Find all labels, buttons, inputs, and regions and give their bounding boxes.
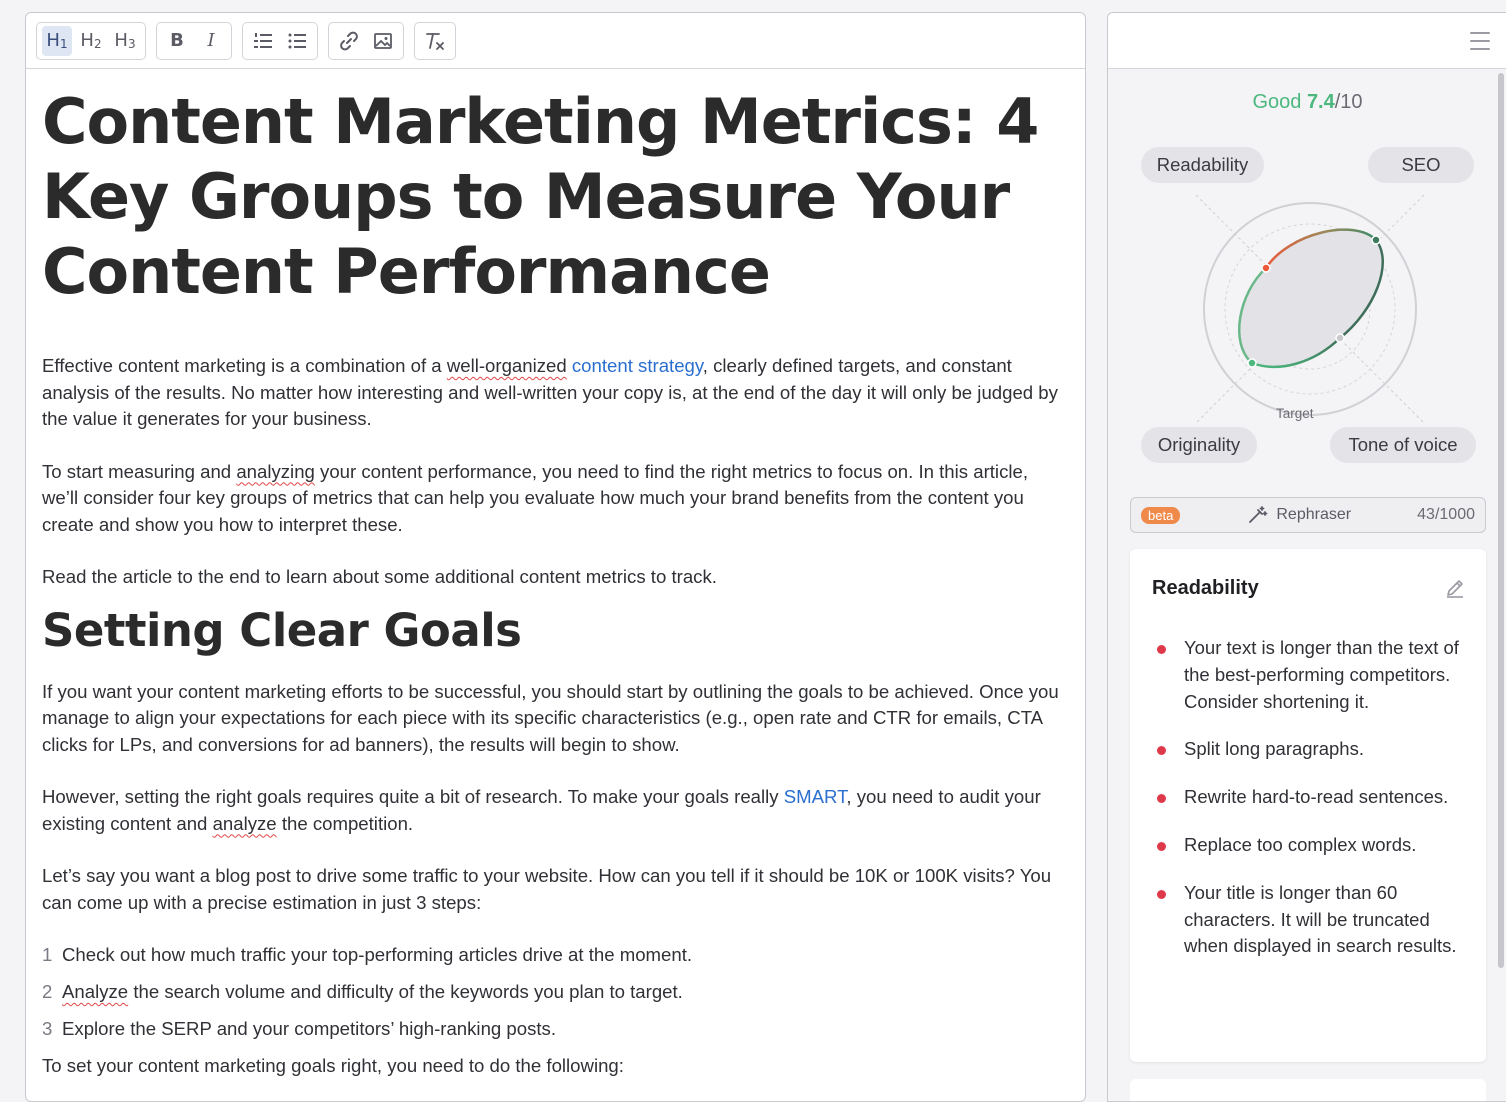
seo-pill[interactable]: SEO [1368, 147, 1474, 183]
issue-dot [1157, 645, 1166, 654]
section-heading[interactable]: Setting Clear Goals [42, 603, 1069, 659]
rephraser-count: 43/1000 [1417, 506, 1475, 523]
paragraph-example[interactable]: Let’s say you want a blog post to drive … [42, 863, 1069, 916]
link-icon [340, 31, 358, 50]
paragraph-intro[interactable]: Effective content marketing is a combina… [42, 353, 1069, 433]
italic-button[interactable]: I [196, 26, 226, 56]
magic-wand-icon [1249, 506, 1268, 523]
rephraser-bar[interactable]: beta Rephraser 43/1000 [1130, 497, 1486, 533]
list-item[interactable]: 1 Check out how much traffic your top-per… [42, 942, 1069, 969]
issue-dot [1157, 794, 1166, 804]
spelling-flag[interactable]: analyze [213, 813, 277, 834]
ordered-list-button[interactable] [248, 26, 278, 56]
issue-item[interactable]: Your title is longer than 60 characters.… [1152, 880, 1472, 960]
originality-pill[interactable]: Originality [1141, 427, 1257, 463]
readability-card: Readability Your text is longer than the… [1130, 549, 1486, 1062]
next-card [1130, 1079, 1486, 1101]
editor-toolbar: H1 H2 H3 B I [26, 13, 1085, 69]
readability-pill[interactable]: Readability [1141, 147, 1264, 183]
seo-point [1371, 235, 1381, 245]
heading-3-button[interactable]: H3 [110, 26, 140, 56]
bold-button[interactable]: B [162, 26, 192, 56]
clear-format-button[interactable] [420, 26, 450, 56]
image-icon [374, 32, 392, 49]
target-label: Target [1276, 406, 1314, 421]
spelling-flag[interactable]: Analyze [62, 981, 128, 1002]
issue-dot [1157, 746, 1166, 756]
rephraser-label: Rephraser [1276, 506, 1352, 523]
beta-badge: beta [1141, 506, 1181, 524]
paragraph-smart[interactable]: However, setting the right goals require… [42, 784, 1069, 837]
format-group: B I [156, 21, 232, 60]
issue-dot [1157, 889, 1166, 899]
score-radar-chart [1195, 194, 1425, 424]
editor-content[interactable]: Content Marketing Metrics: 4 Key Groups … [26, 69, 1085, 1080]
bullet-list-button[interactable] [282, 26, 312, 56]
heading-group: H1 H2 H3 [36, 21, 146, 60]
paragraph-read-more[interactable]: Read the article to the end to learn abo… [42, 564, 1069, 591]
editor-panel: H1 H2 H3 B I Content Marketing Metrics: … [25, 12, 1086, 1102]
clear-format-icon [426, 32, 444, 50]
bullet-list-icon [288, 33, 306, 48]
overall-score: Good 7.4/10 [1252, 91, 1363, 113]
list-item[interactable]: 2 Analyze the search volume and difficult… [42, 979, 1069, 1006]
card-title: Readability [1152, 577, 1259, 599]
readability-point [1261, 263, 1271, 273]
pencil-icon[interactable] [1444, 577, 1466, 599]
heading-1-button[interactable]: H1 [42, 25, 72, 56]
article-title[interactable]: Content Marketing Metrics: 4 Key Groups … [42, 84, 1069, 309]
scrollbar[interactable] [1498, 73, 1504, 968]
content-strategy-link[interactable]: content strategy [572, 355, 703, 376]
ordered-list-icon [254, 32, 272, 48]
paragraph-metrics[interactable]: To start measuring and analyzing your co… [42, 459, 1069, 539]
paragraph-goals[interactable]: If you want your content marketing effor… [42, 679, 1069, 759]
issue-item[interactable]: Rewrite hard-to-read sentences. [1152, 784, 1472, 811]
steps-list: 1 Check out how much traffic your top-per… [42, 942, 1069, 1043]
issue-item[interactable]: Your text is longer than the text of the… [1152, 635, 1472, 715]
insert-group [328, 21, 404, 60]
heading-2-button[interactable]: H2 [76, 26, 106, 56]
menu-icon[interactable] [1470, 32, 1490, 50]
issue-item[interactable]: Split long paragraphs. [1152, 736, 1472, 763]
score-value: 7.4 [1306, 91, 1335, 113]
originality-point [1247, 358, 1257, 368]
tone-of-voice-pill[interactable]: Tone of voice [1330, 427, 1476, 463]
paragraph-followup[interactable]: To set your content marketing goals righ… [42, 1053, 1069, 1080]
issue-item[interactable]: Replace too complex words. [1152, 832, 1472, 859]
readability-issues: Your text is longer than the text of the… [1152, 635, 1472, 981]
spelling-flag[interactable]: analyzing [236, 461, 315, 482]
tone-point [1335, 333, 1345, 343]
smart-link[interactable]: SMART [784, 786, 847, 807]
image-button[interactable] [368, 26, 398, 56]
list-item[interactable]: 3 Explore the SERP and your competitors’ … [42, 1016, 1069, 1043]
assistant-header [1108, 13, 1506, 69]
clear-group [414, 21, 456, 60]
list-group [242, 21, 318, 60]
spelling-flag[interactable]: well-organized [447, 355, 567, 376]
assistant-panel: Good 7.4/10 Readability SEO Originality … [1107, 12, 1506, 1102]
issue-dot [1157, 841, 1166, 851]
link-button[interactable] [334, 26, 364, 56]
